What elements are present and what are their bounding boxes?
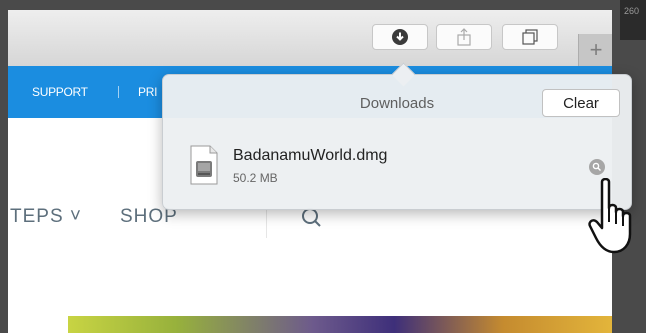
- page-banner-image: [68, 316, 612, 333]
- new-tab-button[interactable]: +: [578, 34, 612, 66]
- menu-item-steps[interactable]: TEPS ˅: [10, 206, 82, 228]
- plus-icon: +: [589, 37, 603, 62]
- show-tabs-button[interactable]: [502, 24, 558, 50]
- download-file-name[interactable]: BadanamuWorld.dmg: [233, 147, 387, 165]
- downloads-button[interactable]: [372, 24, 428, 50]
- share-icon: [457, 28, 471, 46]
- disk-image-file-icon: [190, 145, 218, 185]
- share-button[interactable]: [436, 24, 492, 50]
- nav-link-support[interactable]: SUPPORT: [32, 85, 88, 99]
- reveal-in-finder-button[interactable]: [589, 159, 605, 175]
- hand-pointer-cursor-icon: [588, 178, 632, 254]
- download-icon: [392, 29, 408, 45]
- browser-toolbar: +: [8, 10, 612, 67]
- download-file-size: 50.2 MB: [233, 171, 278, 185]
- downloads-popover: Downloads Clear BadanamuWorld.dmg 50.2 M…: [162, 62, 632, 210]
- nav-link-privacy[interactable]: PRI: [138, 85, 157, 99]
- tabs-icon: [522, 29, 538, 45]
- clear-button[interactable]: Clear: [542, 89, 620, 117]
- corner-text: 260: [624, 6, 640, 16]
- background-window-edge: 260: [620, 0, 646, 40]
- nav-divider: [118, 86, 119, 98]
- magnifier-icon: [592, 162, 601, 171]
- search-icon[interactable]: [300, 208, 324, 228]
